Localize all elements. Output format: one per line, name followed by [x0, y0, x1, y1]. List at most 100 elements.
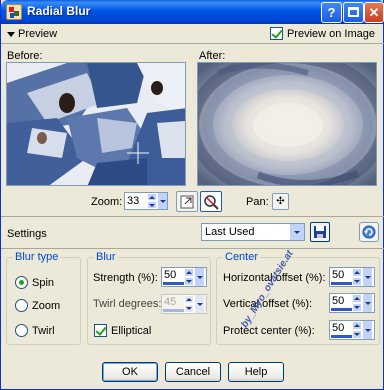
chevron-down-icon[interactable]: [362, 294, 372, 312]
twirl-radio[interactable]: [15, 324, 28, 337]
vertical-offset-slider[interactable]: [331, 308, 352, 311]
close-icon: ✕: [368, 4, 380, 20]
horizontal-offset-spinner[interactable]: 50: [329, 267, 375, 287]
preview-bar: Preview Preview on Image: [1, 25, 384, 43]
v-offset-spin-arrows[interactable]: [352, 294, 362, 312]
protect-spin-arrows[interactable]: [352, 321, 362, 339]
chevron-down-icon[interactable]: [194, 268, 204, 286]
preview-toggle-label: Preview: [18, 28, 58, 40]
reset-button[interactable]: [359, 222, 379, 242]
chevron-down-icon[interactable]: [362, 268, 372, 286]
zoom-radio[interactable]: [15, 299, 28, 312]
divider: [1, 248, 384, 249]
preview-on-image-option[interactable]: Preview on Image: [269, 27, 375, 40]
before-preview-image[interactable]: [6, 62, 186, 186]
horizontal-offset-label: Horizontal offset (%):: [223, 272, 326, 284]
zoom-option-label: Zoom: [32, 299, 61, 312]
zoom-option[interactable]: Zoom: [15, 299, 60, 312]
zoom-label: Zoom:: [91, 196, 123, 208]
title-bar[interactable]: Radial Blur ? ✕: [1, 0, 384, 24]
spin-option[interactable]: Spin: [15, 276, 54, 289]
preview-toggle[interactable]: Preview: [7, 28, 57, 40]
divider: [1, 216, 384, 217]
spin-up-icon: [184, 295, 194, 304]
maximize-icon: [348, 7, 359, 17]
spin-down-icon[interactable]: [352, 303, 362, 312]
blur-type-legend: Blur type: [13, 251, 61, 263]
pan-label: Pan:: [246, 196, 269, 208]
spin-down-icon[interactable]: [352, 277, 362, 286]
before-label: Before:: [7, 50, 43, 62]
move-icon: ✣: [276, 195, 285, 207]
preview-on-image-label: Preview on Image: [286, 27, 375, 40]
twirl-degrees-label: Twirl degrees:: [93, 298, 162, 310]
ok-button[interactable]: OK: [102, 362, 158, 382]
help-label: Help: [244, 366, 268, 378]
spin-down-icon[interactable]: [147, 201, 157, 209]
strength-label: Strength (%):: [93, 272, 158, 284]
maximize-button[interactable]: [343, 2, 364, 23]
strength-spinner[interactable]: 50: [161, 267, 207, 287]
zoom-combo[interactable]: 33: [124, 192, 168, 210]
spin-up-icon[interactable]: [147, 193, 157, 201]
help-button[interactable]: Help: [228, 362, 284, 382]
close-button[interactable]: ✕: [364, 2, 384, 23]
spin-radio[interactable]: [15, 276, 28, 289]
blur-legend: Blur: [94, 251, 118, 263]
twirl-degrees-spinner: 45: [161, 294, 207, 314]
strength-spin-arrows[interactable]: [184, 268, 194, 286]
spin-label: Spin: [32, 276, 55, 289]
spin-up-icon[interactable]: [184, 268, 194, 277]
vertical-offset-label: Vertical offset (%):: [223, 298, 313, 310]
twirl-spin-arrows: [184, 295, 194, 313]
protect-center-spinner[interactable]: 50: [329, 320, 375, 340]
elliptical-label: Elliptical: [111, 324, 152, 337]
blur-group: Blur Strength (%): 50 Twirl degrees: 45 …: [87, 251, 211, 345]
chevron-down-icon[interactable]: [157, 193, 167, 209]
spin-up-icon[interactable]: [352, 321, 362, 330]
settings-row: Settings Last Used: [1, 222, 384, 244]
twirl-degrees-slider: [163, 309, 184, 312]
horizontal-offset-slider[interactable]: [331, 282, 352, 285]
cancel-button[interactable]: Cancel: [165, 362, 221, 382]
center-legend: Center: [223, 251, 261, 263]
magnifier-icon: [204, 194, 219, 210]
vertical-offset-spinner[interactable]: 50: [329, 293, 375, 313]
chevron-down-icon: [7, 31, 15, 37]
protect-center-slider[interactable]: [331, 335, 352, 338]
elliptical-checkbox[interactable]: [94, 324, 107, 337]
preset-value: Last Used: [205, 226, 255, 238]
spin-down-icon[interactable]: [184, 277, 194, 286]
chevron-down-icon[interactable]: [289, 224, 304, 240]
strength-slider[interactable]: [163, 282, 184, 285]
chevron-down-icon[interactable]: [362, 321, 372, 339]
center-group: Center Horizontal offset (%): 50 Vertica…: [216, 251, 380, 345]
zoom-value[interactable]: 33: [125, 193, 147, 209]
spin-down-icon[interactable]: [352, 330, 362, 339]
twirl-option[interactable]: Twirl: [15, 324, 55, 337]
paint-app-icon: [6, 4, 22, 20]
h-offset-spin-arrows[interactable]: [352, 268, 362, 286]
radial-blur-dialog: Radial Blur ? ✕ Preview Preview on Image…: [0, 0, 384, 390]
elliptical-option[interactable]: Elliptical: [94, 324, 151, 337]
window-title: Radial Blur: [27, 4, 91, 18]
fit-preview-button[interactable]: [176, 191, 198, 212]
protect-center-label: Protect center (%):: [223, 325, 315, 337]
preview-on-image-checkbox[interactable]: [269, 27, 283, 40]
spin-up-icon[interactable]: [352, 294, 362, 303]
save-preset-button[interactable]: [310, 222, 330, 242]
divider: [1, 43, 384, 44]
spin-up-icon[interactable]: [352, 268, 362, 277]
settings-label: Settings: [7, 228, 47, 240]
preset-select[interactable]: Last Used: [201, 223, 305, 241]
floppy-disk-icon: [314, 226, 326, 238]
pan-button[interactable]: ✣: [272, 193, 289, 210]
context-help-button[interactable]: ?: [321, 2, 342, 23]
zoom-spinner[interactable]: [147, 193, 157, 209]
after-label: After:: [199, 50, 226, 62]
chevron-down-icon: [194, 295, 204, 313]
ok-label: OK: [122, 366, 138, 378]
spin-down-icon: [184, 304, 194, 313]
zoom-fit-icon: [180, 195, 194, 208]
auto-proof-button[interactable]: [200, 191, 222, 212]
